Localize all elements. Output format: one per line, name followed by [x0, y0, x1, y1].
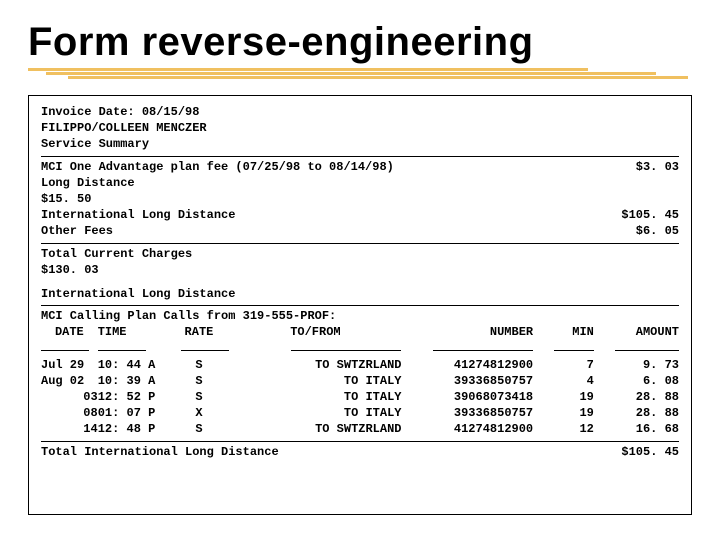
cell-amount: 9. 73: [594, 357, 679, 373]
fee-row: Other Fees$6. 05: [41, 223, 679, 239]
calls-table: DATE TIME RATE TO/FROM NUMBER MIN AMOUNT: [41, 324, 679, 437]
cell-time: 12: 52 P: [98, 389, 169, 405]
cell-time: 10: 39 A: [98, 373, 169, 389]
cell-date: Aug 02: [41, 373, 98, 389]
cell-date: 03: [41, 389, 98, 405]
fee-row: $15. 50: [41, 191, 679, 207]
invoice-date-line: Invoice Date: 08/15/98: [41, 104, 679, 120]
col-date: DATE: [41, 324, 98, 340]
fee-label: International Long Distance: [41, 207, 621, 223]
cell-number: 39068073418: [401, 389, 533, 405]
divider: [41, 305, 679, 306]
cell-amount: 28. 88: [594, 405, 679, 421]
cell-min: 19: [533, 389, 594, 405]
slide-title: Form reverse-engineering: [28, 20, 692, 65]
ild-total-row: Total International Long Distance $105. …: [41, 444, 679, 460]
fee-label: MCI One Advantage plan fee (07/25/98 to …: [41, 159, 636, 175]
total-charges-label: Total Current Charges: [41, 246, 679, 262]
cell-number: 41274812900: [401, 357, 533, 373]
cell-number: 41274812900: [401, 421, 533, 437]
slide: Form reverse-engineering Invoice Date: 0…: [0, 0, 720, 540]
cell-tofrom: TO ITALY: [229, 373, 401, 389]
cell-date: Jul 29: [41, 357, 98, 373]
spacer: [41, 278, 679, 286]
cell-number: 39336850757: [401, 373, 533, 389]
table-row: Jul 2910: 44 ASTO SWTZRLAND4127481290079…: [41, 357, 679, 373]
cell-time: 10: 44 A: [98, 357, 169, 373]
cell-min: 12: [533, 421, 594, 437]
cell-date: 08: [41, 405, 98, 421]
fee-label: Other Fees: [41, 223, 636, 239]
cell-amount: 6. 08: [594, 373, 679, 389]
cell-tofrom: TO SWTZRLAND: [229, 421, 401, 437]
col-amount: AMOUNT: [594, 324, 679, 340]
cell-tofrom: TO ITALY: [229, 405, 401, 421]
fee-amount: $6. 05: [636, 223, 679, 239]
cell-amount: 28. 88: [594, 389, 679, 405]
service-summary-label: Service Summary: [41, 136, 679, 152]
divider: [41, 441, 679, 442]
divider: [41, 243, 679, 244]
col-tofrom: TO/FROM: [229, 324, 401, 340]
table-row: 0312: 52 PSTO ITALY390680734181928. 88: [41, 389, 679, 405]
total-charges-amount: $130. 03: [41, 262, 679, 278]
invoice-panel: Invoice Date: 08/15/98 FILIPPO/COLLEEN M…: [28, 95, 692, 515]
cell-rate: S: [169, 373, 230, 389]
cell-date: 14: [41, 421, 98, 437]
cell-rate: S: [169, 389, 230, 405]
fee-row: MCI One Advantage plan fee (07/25/98 to …: [41, 159, 679, 175]
calls-source-line: MCI Calling Plan Calls from 319-555-PROF…: [41, 308, 679, 324]
col-number: NUMBER: [401, 324, 533, 340]
table-row: 0801: 07 PXTO ITALY393368507571928. 88: [41, 405, 679, 421]
fee-list: MCI One Advantage plan fee (07/25/98 to …: [41, 159, 679, 240]
cell-tofrom: TO SWTZRLAND: [229, 357, 401, 373]
fee-label: $15. 50: [41, 191, 679, 207]
cell-min: 7: [533, 357, 594, 373]
fee-label: Long Distance: [41, 175, 679, 191]
fee-amount: $105. 45: [621, 207, 679, 223]
cell-amount: 16. 68: [594, 421, 679, 437]
divider: [41, 156, 679, 157]
cell-min: 4: [533, 373, 594, 389]
col-min: MIN: [533, 324, 594, 340]
ild-total-amount: $105. 45: [621, 444, 679, 460]
fee-row: Long Distance: [41, 175, 679, 191]
table-header-underline: [41, 340, 679, 356]
fee-amount: $3. 03: [636, 159, 679, 175]
col-time: TIME: [98, 324, 169, 340]
table-header-row: DATE TIME RATE TO/FROM NUMBER MIN AMOUNT: [41, 324, 679, 340]
cell-rate: S: [169, 421, 230, 437]
cell-rate: X: [169, 405, 230, 421]
fee-row: International Long Distance$105. 45: [41, 207, 679, 223]
ild-section-label: International Long Distance: [41, 286, 679, 302]
cell-number: 39336850757: [401, 405, 533, 421]
table-row: 1412: 48 PSTO SWTZRLAND412748129001216. …: [41, 421, 679, 437]
customer-name: FILIPPO/COLLEEN MENCZER: [41, 120, 679, 136]
cell-rate: S: [169, 357, 230, 373]
cell-time: 01: 07 P: [98, 405, 169, 421]
cell-tofrom: TO ITALY: [229, 389, 401, 405]
cell-time: 12: 48 P: [98, 421, 169, 437]
ild-total-label: Total International Long Distance: [41, 444, 621, 460]
table-row: Aug 0210: 39 ASTO ITALY3933685075746. 08: [41, 373, 679, 389]
accent-underline: [28, 68, 692, 78]
cell-min: 19: [533, 405, 594, 421]
col-rate: RATE: [169, 324, 230, 340]
